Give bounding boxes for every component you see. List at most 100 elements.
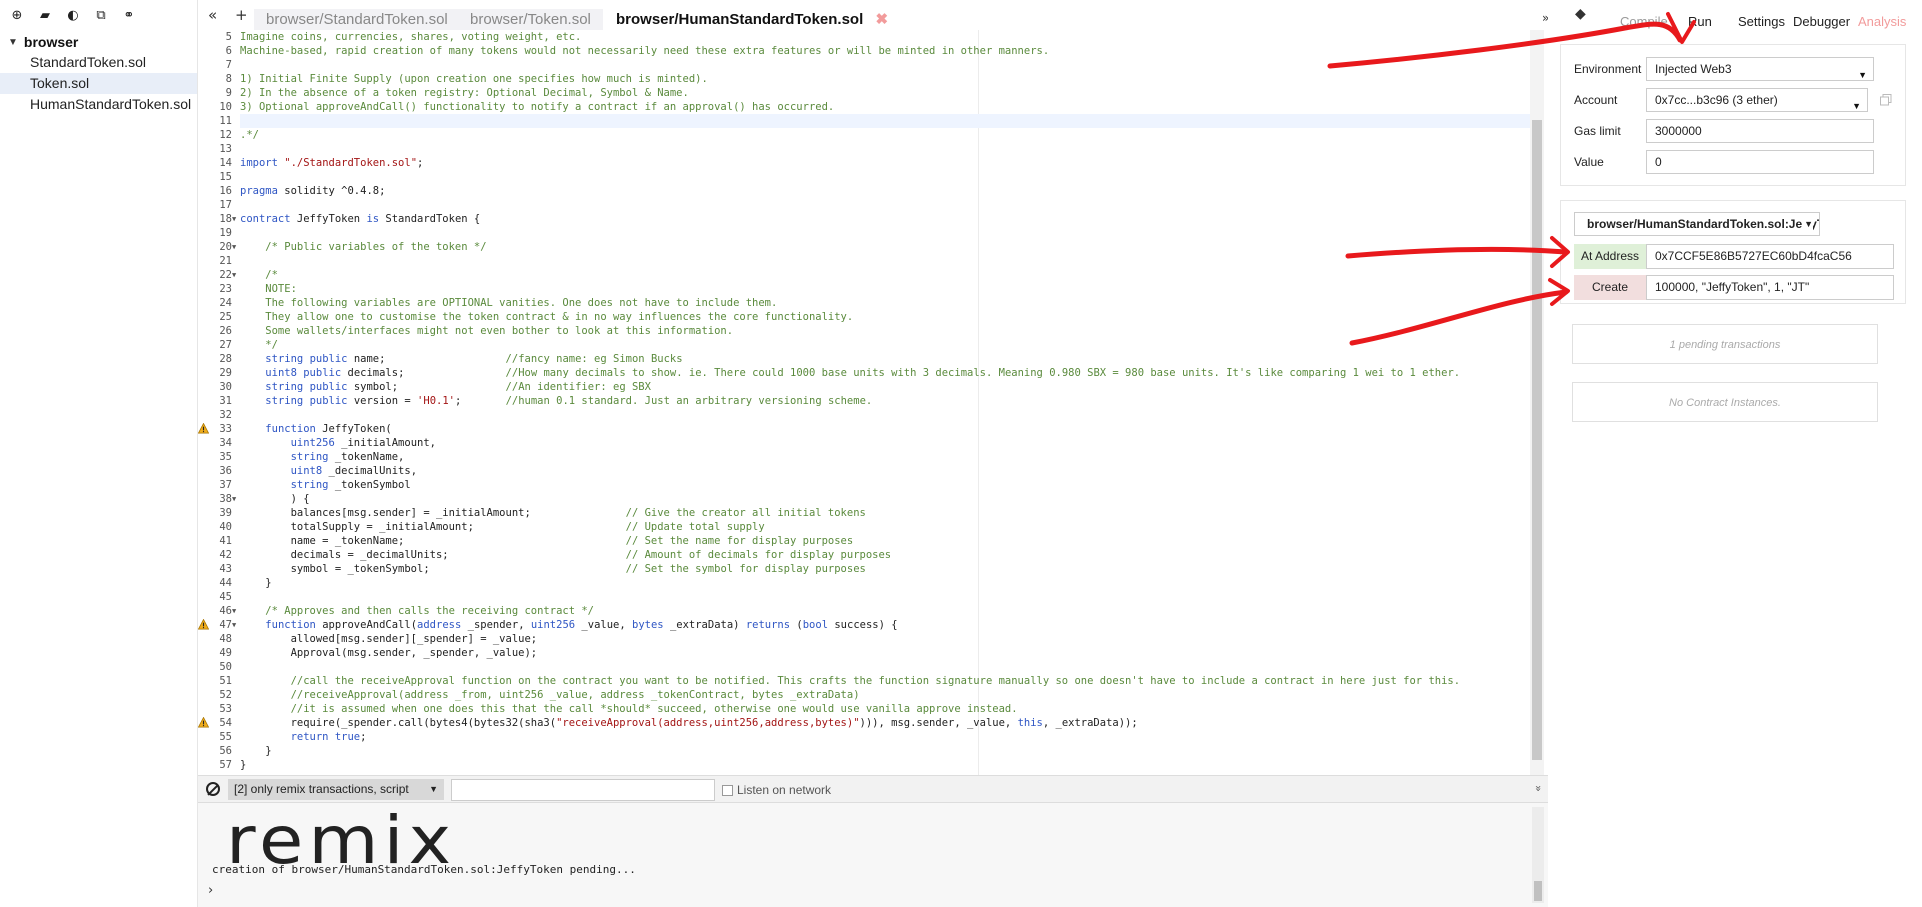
- clear-console-icon[interactable]: [206, 782, 220, 796]
- value-input[interactable]: 0: [1646, 150, 1874, 174]
- gas-limit-input[interactable]: 3000000: [1646, 119, 1874, 143]
- code-line[interactable]: 56 }: [219, 744, 1530, 758]
- listen-checkbox[interactable]: [722, 784, 733, 796]
- code-line[interactable]: 53 //it is assumed when one does this th…: [219, 702, 1530, 716]
- tab-standardtoken[interactable]: browser/StandardToken.sol: [254, 9, 460, 31]
- collapse-left-button[interactable]: «: [208, 6, 217, 24]
- file-standardtoken[interactable]: StandardToken.sol: [0, 52, 197, 73]
- code-line[interactable]: 17: [219, 198, 1530, 212]
- create-button[interactable]: Create: [1574, 275, 1646, 300]
- fold-toggle-icon[interactable]: ▼: [232, 618, 236, 632]
- code-line[interactable]: 20 ▼ /* Public variables of the token */: [219, 240, 1530, 254]
- code-line[interactable]: 48 allowed[msg.sender][_spender] = _valu…: [219, 632, 1530, 646]
- code-line[interactable]: 8 1) Initial Finite Supply (upon creation…: [226, 72, 1530, 86]
- tab-compile[interactable]: Compile: [1620, 14, 1668, 29]
- warning-icon[interactable]: [198, 423, 209, 434]
- code-line[interactable]: 6 Machine-based, rapid creation of many t…: [226, 44, 1530, 58]
- code-line[interactable]: 9 2) In the absence of a token registry: …: [226, 86, 1530, 100]
- new-file-icon[interactable]: ⊕: [8, 6, 26, 24]
- code-line[interactable]: 41 name = _tokenName; // Set the name fo…: [219, 534, 1530, 548]
- code-line[interactable]: 34 uint256 _initialAmount,: [219, 436, 1530, 450]
- at-address-button[interactable]: At Address: [1574, 244, 1646, 269]
- code-line[interactable]: 54 require(_spender.call(bytes4(bytes32(…: [198, 716, 1530, 730]
- code-line[interactable]: 33 function JeffyToken(: [198, 422, 1530, 436]
- code-line[interactable]: 13: [219, 142, 1530, 156]
- code-line[interactable]: 22 ▼ /*: [219, 268, 1530, 282]
- link-icon[interactable]: ⚭: [120, 6, 138, 24]
- fold-toggle-icon[interactable]: ▼: [232, 212, 236, 226]
- terminal-prompt[interactable]: ›: [208, 883, 213, 898]
- file-humanstandardtoken[interactable]: HumanStandardToken.sol: [0, 94, 197, 115]
- tab-run[interactable]: Run: [1688, 14, 1712, 29]
- code-line[interactable]: 57}: [219, 758, 1530, 772]
- code-line[interactable]: 23 NOTE:: [219, 282, 1530, 296]
- code-line[interactable]: 7: [226, 58, 1530, 72]
- code-line[interactable]: 19: [219, 226, 1530, 240]
- code-line[interactable]: 29 uint8 public decimals; //How many dec…: [219, 366, 1530, 380]
- code-line[interactable]: 25 They allow one to customise the token…: [219, 310, 1530, 324]
- code-line[interactable]: 47 ▼ function approveAndCall(address _spe…: [198, 618, 1530, 632]
- terminal-search-input[interactable]: [451, 779, 715, 801]
- fold-toggle-icon[interactable]: ▼: [232, 492, 236, 506]
- code-line[interactable]: 30 string public symbol; //An identifier…: [219, 380, 1530, 394]
- terminal-collapse-icon[interactable]: »: [1532, 785, 1545, 792]
- code-line[interactable]: 11: [219, 114, 1530, 128]
- create-args-input[interactable]: 100000, "JeffyToken", 1, "JT": [1646, 275, 1894, 300]
- code-line[interactable]: 37 string _tokenSymbol: [219, 478, 1530, 492]
- code-editor[interactable]: 5 Imagine coins, currencies, shares, voti…: [198, 30, 1548, 775]
- tab-debugger[interactable]: Debugger: [1793, 14, 1850, 29]
- code-line[interactable]: 26 Some wallets/interfaces might not eve…: [219, 324, 1530, 338]
- code-line[interactable]: 51 //call the receiveApproval function o…: [219, 674, 1530, 688]
- at-address-input[interactable]: 0x7CCF5E86B5727EC60bD4fcaC56: [1646, 244, 1894, 269]
- github-icon[interactable]: ◐: [64, 6, 82, 24]
- terminal-filter-select[interactable]: [2] only remix transactions, script ▼: [228, 779, 444, 800]
- tab-analysis[interactable]: Analysis: [1858, 14, 1906, 29]
- copy-files-icon[interactable]: ⧉: [92, 6, 110, 24]
- tab-token[interactable]: browser/Token.sol: [458, 9, 603, 31]
- code-line[interactable]: 36 uint8 _decimalUnits,: [219, 464, 1530, 478]
- open-folder-icon[interactable]: ▰: [36, 6, 54, 24]
- code-line[interactable]: 10 3) Optional approveAndCall() functiona…: [219, 100, 1530, 114]
- code-line[interactable]: 28 string public name; //fancy name: eg …: [219, 352, 1530, 366]
- contract-select[interactable]: browser/HumanStandardToken.sol:JeffyToke…: [1574, 212, 1820, 236]
- code-line[interactable]: 39 balances[msg.sender] = _initialAmount…: [219, 506, 1530, 520]
- code-line[interactable]: 45: [219, 590, 1530, 604]
- tab-settings[interactable]: Settings: [1738, 14, 1785, 29]
- code-line[interactable]: 44 }: [219, 576, 1530, 590]
- code-line[interactable]: 43 symbol = _tokenSymbol; // Set the sym…: [219, 562, 1530, 576]
- code-line[interactable]: 42 decimals = _decimalUnits; // Amount o…: [219, 548, 1530, 562]
- copy-icon[interactable]: [1880, 94, 1892, 106]
- code-line[interactable]: 5 Imagine coins, currencies, shares, voti…: [226, 30, 1530, 44]
- code-line[interactable]: 55 return true;: [219, 730, 1530, 744]
- fold-toggle-icon[interactable]: ▼: [232, 240, 236, 254]
- code-line[interactable]: 46 ▼ /* Approves and then calls the recei…: [219, 604, 1530, 618]
- tab-humanstandardtoken[interactable]: browser/HumanStandardToken.sol ✖: [604, 9, 901, 31]
- add-tab-button[interactable]: +: [235, 6, 248, 24]
- code-line[interactable]: 27 */: [219, 338, 1530, 352]
- code-line[interactable]: 31 string public version = 'H0.1'; //hum…: [219, 394, 1530, 408]
- listen-on-network-toggle[interactable]: Listen on network: [722, 783, 831, 797]
- terminal-scrollbar[interactable]: [1532, 807, 1544, 903]
- folder-browser[interactable]: ▼ browser: [0, 32, 197, 52]
- code-line[interactable]: 50: [219, 660, 1530, 674]
- warning-icon[interactable]: [198, 717, 209, 728]
- code-line[interactable]: 35 string _tokenName,: [219, 450, 1530, 464]
- code-line[interactable]: 38 ▼ ) {: [219, 492, 1530, 506]
- code-line[interactable]: 12 .*/: [219, 128, 1530, 142]
- file-token[interactable]: Token.sol: [0, 73, 197, 94]
- code-line[interactable]: 24 The following variables are OPTIONAL …: [219, 296, 1530, 310]
- fold-toggle-icon[interactable]: ▼: [232, 604, 236, 618]
- warning-icon[interactable]: [198, 619, 209, 630]
- fold-toggle-icon[interactable]: ▼: [232, 268, 236, 282]
- code-line[interactable]: 52 //receiveApproval(address _from, uint…: [219, 688, 1530, 702]
- close-tab-icon[interactable]: ✖: [875, 11, 888, 28]
- code-line[interactable]: 18 ▼ contract JeffyToken is StandardToken …: [219, 212, 1530, 226]
- code-line[interactable]: 21: [219, 254, 1530, 268]
- code-line[interactable]: 15: [219, 170, 1530, 184]
- scrollbar-thumb[interactable]: [1532, 120, 1542, 760]
- code-line[interactable]: 14 import "./StandardToken.sol";: [219, 156, 1530, 170]
- code-line[interactable]: 32: [219, 408, 1530, 422]
- code-line[interactable]: 40 totalSupply = _initialAmount; // Upda…: [219, 520, 1530, 534]
- code-line[interactable]: 16 pragma solidity ^0.4.8;: [219, 184, 1530, 198]
- scrollbar-thumb[interactable]: [1534, 881, 1542, 901]
